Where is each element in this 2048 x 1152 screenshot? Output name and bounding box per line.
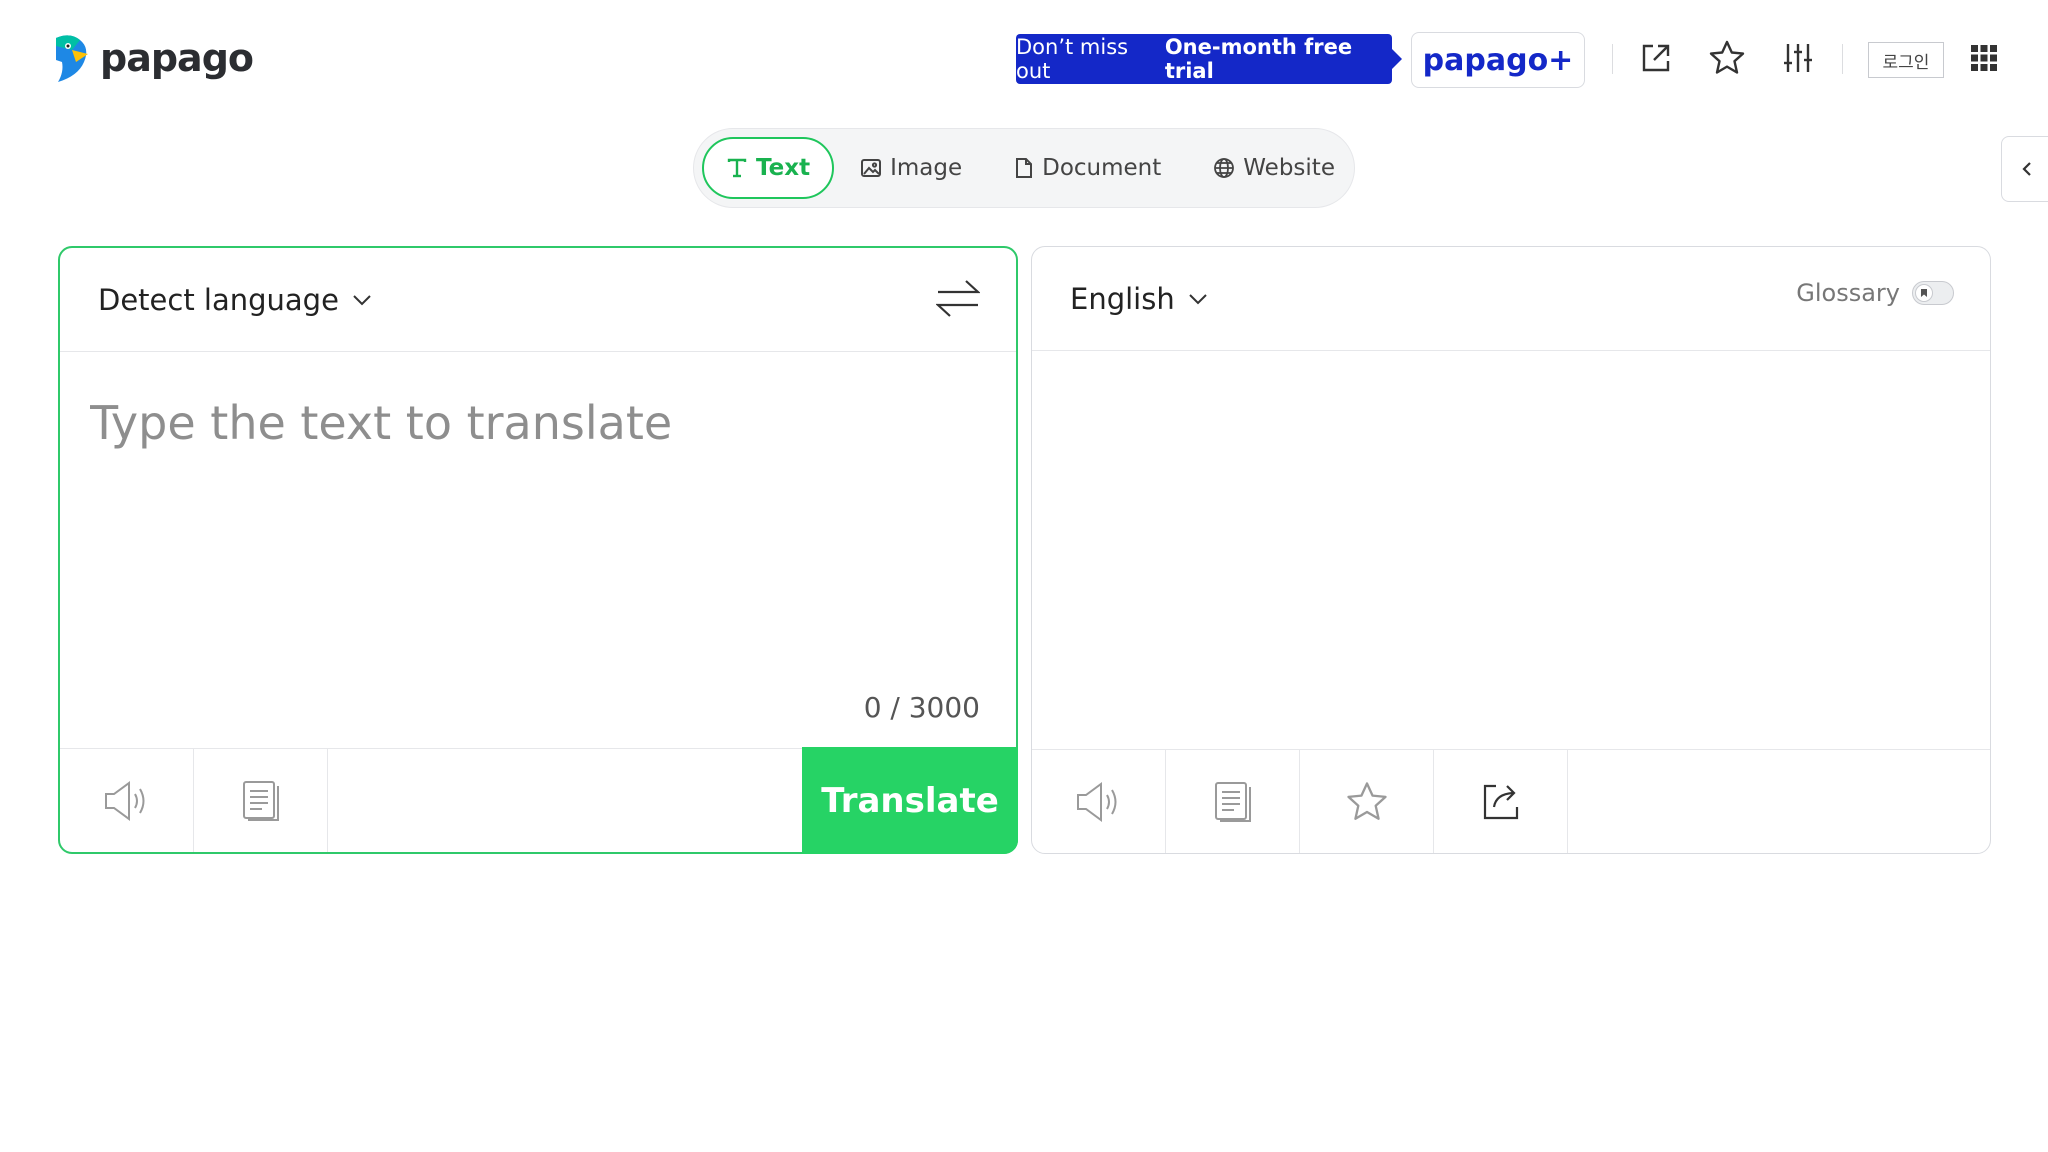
apps-menu-button[interactable] <box>1964 38 2004 78</box>
text-icon <box>727 158 747 178</box>
source-text-area: 0 / 3000 <box>60 352 1016 752</box>
promo-banner[interactable]: Don’t miss out One-month free trial <box>1016 34 1402 84</box>
tab-label: Image <box>890 155 963 181</box>
chevron-left-icon <box>2022 162 2031 176</box>
parrot-logo-icon <box>56 35 88 82</box>
sliders-icon <box>1784 44 1812 72</box>
copy-translation-button[interactable] <box>1166 750 1300 853</box>
source-panel-footer: Translate <box>60 747 1018 854</box>
bookmark-icon <box>1921 289 1927 297</box>
promo-highlight: One-month free trial <box>1164 35 1353 83</box>
swap-languages-button[interactable] <box>935 278 981 322</box>
tab-image[interactable]: Image <box>834 137 988 199</box>
target-language-select[interactable]: English <box>1070 282 1209 316</box>
tab-label: Document <box>1042 155 1162 181</box>
listen-source-button[interactable] <box>60 749 194 852</box>
star-icon <box>1709 40 1745 74</box>
glossary-toggle-group: Glossary <box>1796 279 1954 307</box>
logo-text: papago <box>100 36 254 80</box>
share-button[interactable] <box>1434 750 1568 853</box>
grid-menu-icon <box>1971 45 1997 71</box>
favorites-button[interactable] <box>1707 38 1747 78</box>
copy-icon <box>242 780 279 821</box>
target-language-label: English <box>1070 281 1175 316</box>
target-panel-header: English Glossary <box>1032 247 1990 351</box>
save-favorite-button[interactable] <box>1300 750 1434 853</box>
globe-icon <box>1214 158 1235 178</box>
speaker-icon <box>104 780 144 821</box>
promo-prefix: Don’t miss out <box>1016 35 1129 83</box>
target-panel-footer <box>1032 749 1990 853</box>
glossary-switch[interactable] <box>1912 281 1954 305</box>
image-icon <box>861 159 882 177</box>
login-button[interactable]: 로그인 <box>1868 42 1944 78</box>
header-divider <box>1612 44 1613 74</box>
settings-button[interactable] <box>1778 38 1818 78</box>
header-divider <box>1842 44 1843 74</box>
translation-output <box>1032 351 1990 751</box>
source-text-input[interactable] <box>90 396 970 636</box>
mode-tabs: Text Image Document Website <box>693 128 1355 208</box>
external-link-icon <box>1642 44 1670 72</box>
side-panel-toggle[interactable] <box>2001 136 2048 202</box>
character-counter: 0 / 3000 <box>863 691 980 724</box>
copy-icon <box>1214 781 1251 822</box>
document-icon <box>1016 158 1033 178</box>
glossary-label: Glossary <box>1796 279 1900 307</box>
chevron-down-icon <box>1189 293 1207 304</box>
copy-source-button[interactable] <box>194 749 328 852</box>
source-panel-header: Detect language <box>60 248 1016 352</box>
tab-text[interactable]: Text <box>702 137 835 199</box>
target-panel: English Glossary <box>1031 246 1991 854</box>
listen-translation-button[interactable] <box>1032 750 1166 853</box>
tab-document[interactable]: Document <box>988 137 1187 199</box>
switch-knob <box>1915 284 1933 302</box>
star-icon <box>1346 781 1387 820</box>
source-language-select[interactable]: Detect language <box>98 283 373 317</box>
speaker-icon <box>1076 781 1116 822</box>
translate-button[interactable]: Translate <box>802 747 1018 854</box>
share-icon <box>1483 784 1518 819</box>
open-window-button[interactable] <box>1636 38 1676 78</box>
papago-plus-button[interactable]: papago+ <box>1411 32 1585 88</box>
source-panel: Detect language 0 / 3000 Translate <box>58 246 1018 854</box>
tab-label: Text <box>756 155 811 181</box>
papago-logo[interactable]: papago <box>50 32 254 84</box>
tab-website[interactable]: Website <box>1187 137 1361 199</box>
source-language-label: Detect language <box>98 282 339 317</box>
chevron-down-icon <box>353 294 371 305</box>
tab-label: Website <box>1243 155 1335 181</box>
swap-icon <box>935 280 981 317</box>
